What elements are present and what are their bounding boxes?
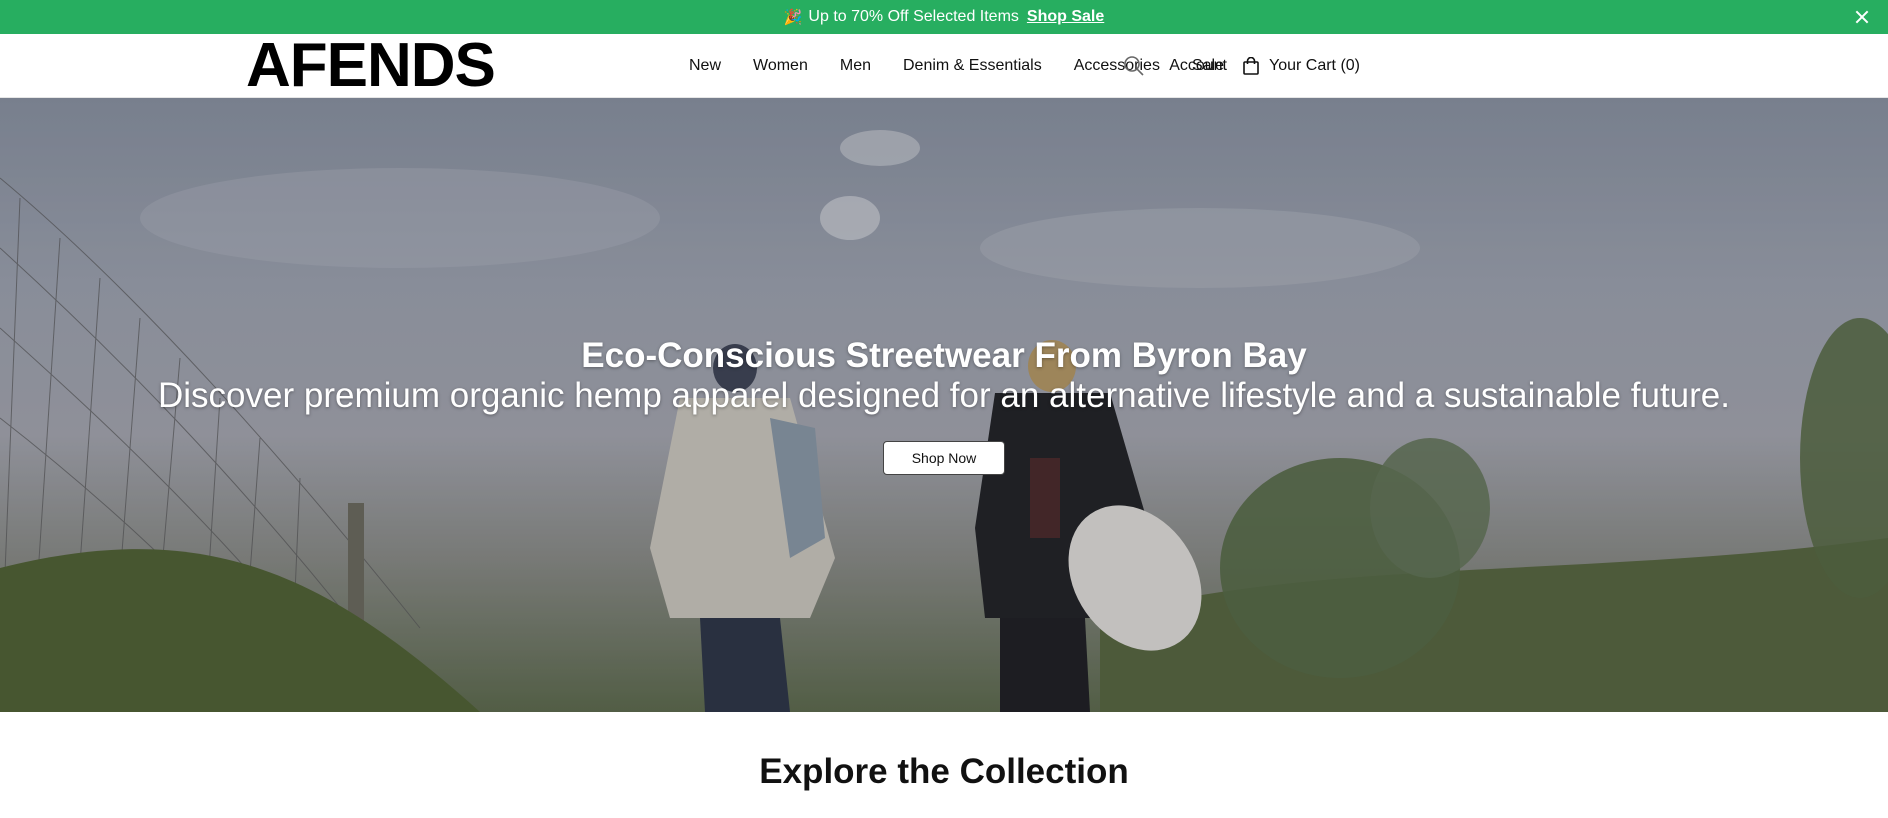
site-header: AFENDS New Women Men Denim & Essentials … — [0, 34, 1888, 98]
hero-subtitle: Discover premium organic hemp apparel de… — [158, 376, 1730, 415]
shop-sale-link[interactable]: Shop Sale — [1027, 8, 1104, 26]
hero-banner: Eco-Conscious Streetwear From Byron Bay … — [0, 98, 1888, 712]
announcement-bar: 🎉 Up to 70% Off Selected Items Shop Sale — [0, 0, 1888, 34]
announcement-text: Up to 70% Off Selected Items — [808, 8, 1019, 25]
shopping-bag-icon — [1243, 57, 1259, 75]
nav-item-denim-essentials[interactable]: Denim & Essentials — [903, 57, 1042, 75]
party-popper-icon: 🎉 — [783, 9, 803, 26]
cart-link[interactable]: Your Cart (0) — [1243, 57, 1360, 75]
hero-title: Eco-Conscious Streetwear From Byron Bay — [581, 336, 1307, 375]
nav-item-men[interactable]: Men — [840, 57, 871, 75]
cart-label: Your Cart (0) — [1269, 57, 1360, 74]
header-utilities: Account Your Cart (0) — [1123, 34, 1360, 98]
search-icon[interactable] — [1123, 55, 1145, 77]
close-icon[interactable] — [1850, 5, 1874, 29]
account-link[interactable]: Account — [1169, 57, 1227, 75]
shop-now-button[interactable]: Shop Now — [883, 441, 1005, 475]
section-title: Explore the Collection — [759, 752, 1129, 791]
nav-item-women[interactable]: Women — [753, 57, 808, 75]
logo[interactable]: AFENDS — [246, 35, 496, 97]
nav-item-new[interactable]: New — [689, 57, 721, 75]
